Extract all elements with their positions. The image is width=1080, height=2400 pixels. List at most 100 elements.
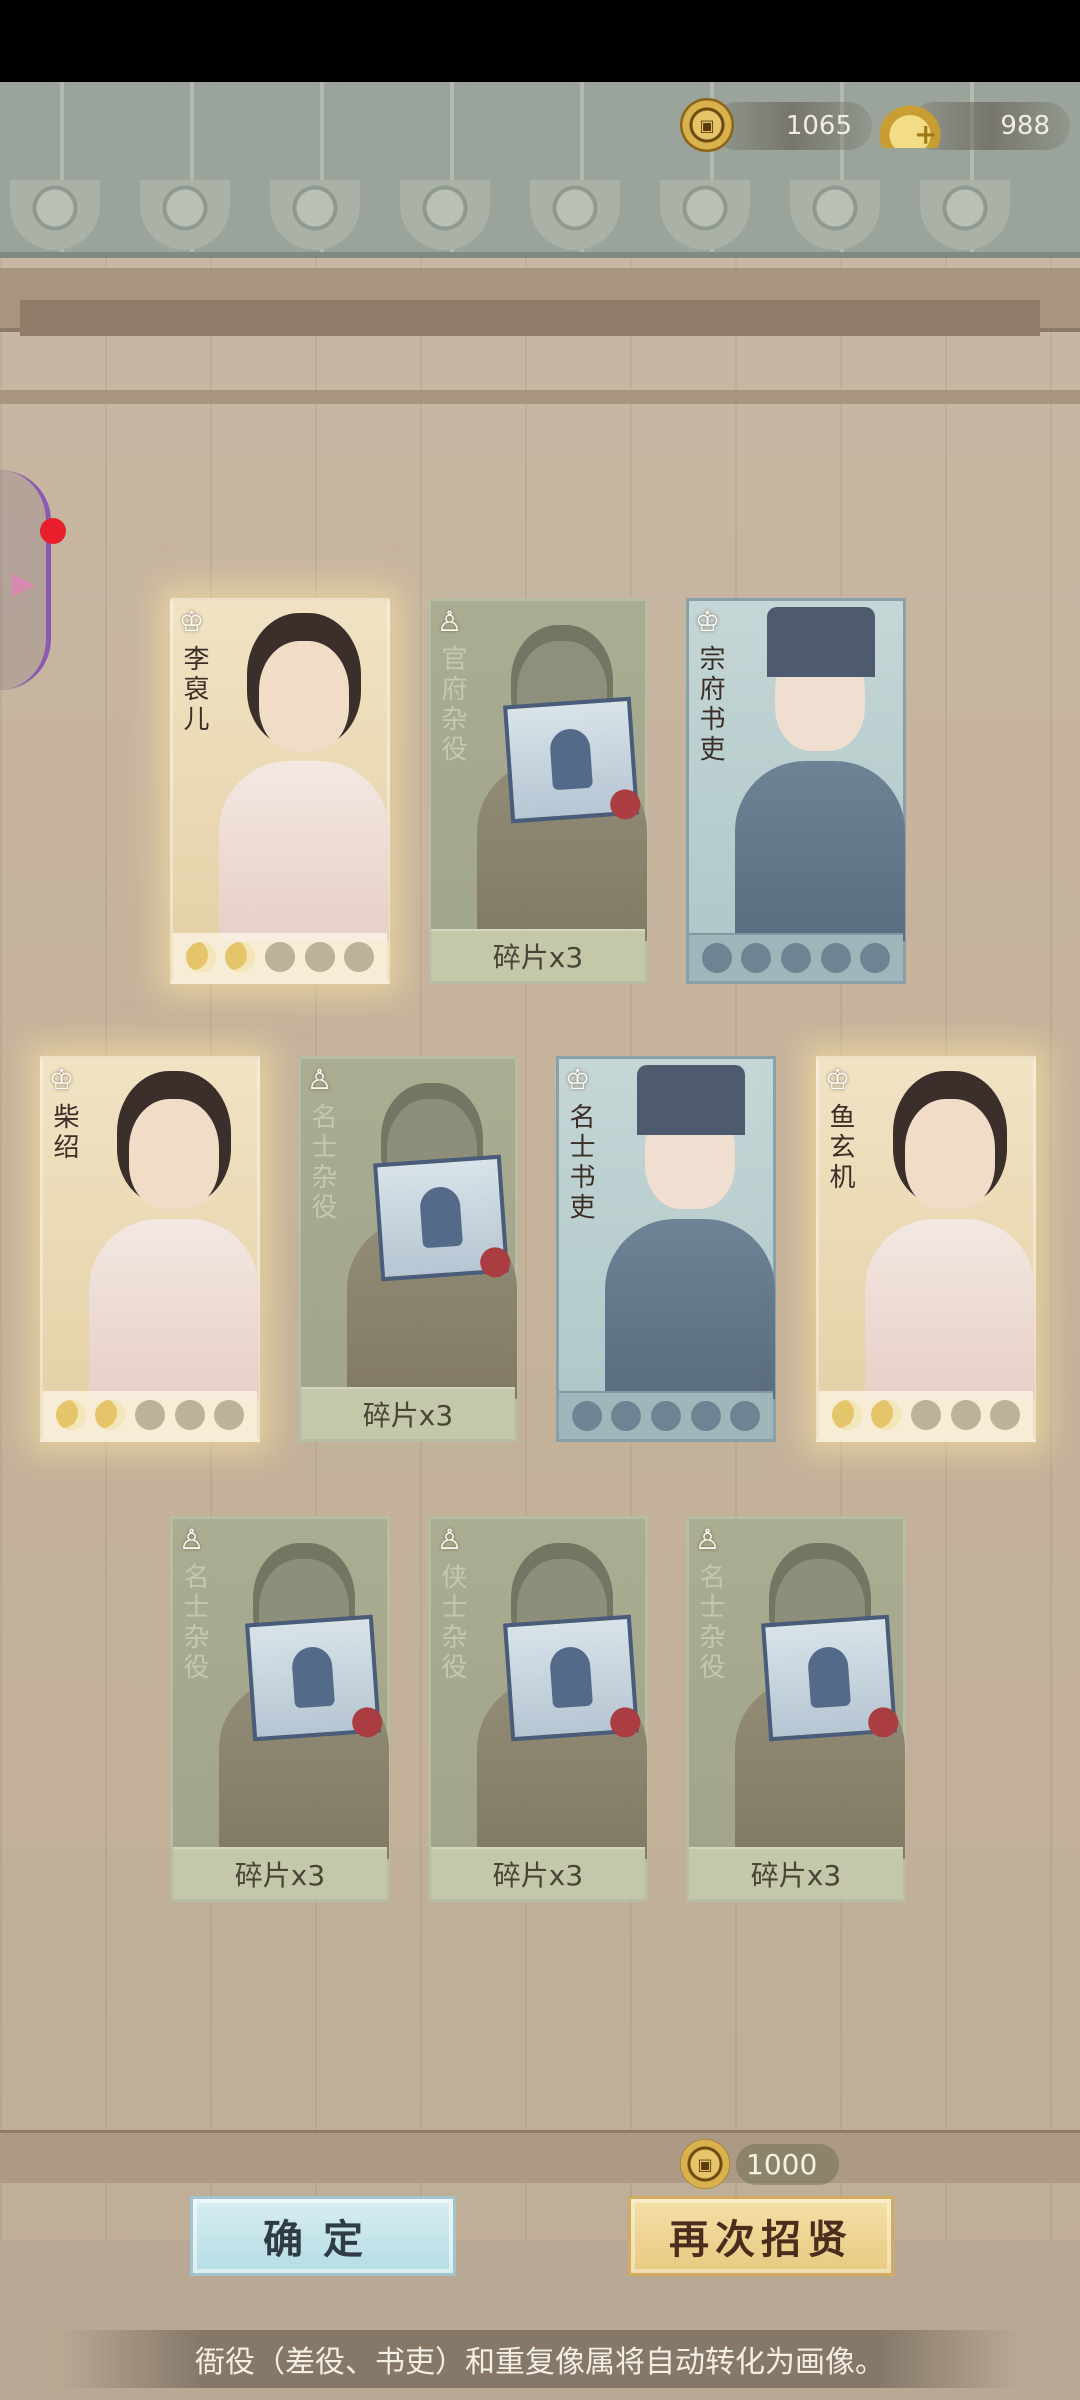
star-rating	[689, 933, 903, 981]
copper-coin-icon: ▣	[680, 2139, 730, 2189]
star-empty-icon	[730, 1401, 761, 1431]
star-empty-icon	[214, 1400, 245, 1430]
hero-card[interactable]: ♔ 鱼玄机	[816, 1056, 1036, 1442]
side-menu-tab[interactable]: ▶	[0, 470, 51, 690]
roof-tile	[920, 180, 1010, 250]
fragment-card[interactable]: ♙ 名士杂役 碎片x3	[298, 1056, 518, 1442]
gold-ingot-icon[interactable]	[878, 104, 942, 151]
roof-tiles	[0, 180, 1080, 250]
fragment-card[interactable]: ♙ 名士杂役 碎片x3	[170, 1516, 390, 1902]
rank-emblem-icon: ♔	[49, 1063, 75, 1096]
fragment-card[interactable]: ♙ 名士杂役 碎片x3	[686, 1516, 906, 1902]
card-name: 名士书吏	[565, 1103, 595, 1223]
card-name: 侠士杂役	[437, 1563, 467, 1683]
roof-tile	[140, 180, 230, 250]
recruit-cost: ▣ 1000	[680, 2139, 840, 2189]
expand-arrow-icon: ▶	[12, 566, 36, 601]
roof-tile	[10, 180, 100, 250]
star-empty-icon	[134, 1400, 165, 1430]
star-empty-icon	[344, 942, 375, 972]
clerk-portrait	[605, 1065, 775, 1399]
star-empty-icon	[304, 942, 335, 972]
portrait-book-icon	[503, 696, 639, 824]
rank-emblem-icon: ♙	[437, 605, 463, 638]
servant-portrait	[477, 631, 647, 941]
card-name: 名士杂役	[179, 1563, 209, 1683]
card-name: 柴绍	[49, 1103, 79, 1163]
star-empty-icon	[690, 1401, 721, 1431]
roof-tile	[530, 180, 620, 250]
portrait-book-icon	[503, 1614, 639, 1742]
star-filled-icon	[55, 1400, 86, 1430]
coin-amount: 1065	[785, 111, 852, 141]
star-empty-icon	[701, 943, 732, 973]
star-rating	[559, 1391, 773, 1439]
star-empty-icon	[650, 1401, 681, 1431]
copper-coin-icon: ▣	[680, 98, 734, 152]
star-empty-icon	[264, 942, 295, 972]
rank-emblem-icon: ♔	[565, 1063, 591, 1096]
card-name: 李裒儿	[179, 645, 209, 735]
star-empty-icon	[820, 943, 851, 973]
wall-ledge	[0, 390, 1080, 404]
fragment-count: 碎片x3	[431, 1847, 645, 1899]
rank-emblem-icon: ♔	[695, 605, 721, 638]
star-filled-icon	[185, 942, 216, 972]
servant-portrait	[219, 1549, 389, 1859]
fragment-card[interactable]: ♙ 官府杂役 碎片x3	[428, 598, 648, 984]
fragment-count: 碎片x3	[301, 1387, 515, 1439]
recruit-again-button[interactable]: 再次招贤	[628, 2196, 894, 2276]
hero-card[interactable]: ♔ 李裒儿	[170, 598, 390, 984]
star-rating	[819, 1391, 1033, 1439]
star-filled-icon	[95, 1400, 126, 1430]
hero-portrait	[89, 1089, 259, 1399]
floor-beam	[0, 2130, 1080, 2183]
servant-portrait	[735, 1549, 905, 1859]
clerk-card[interactable]: ♔ 名士书吏	[556, 1056, 776, 1442]
portrait-book-icon	[761, 1614, 897, 1742]
card-name: 宗府书吏	[695, 645, 725, 765]
hero-portrait	[865, 1089, 1035, 1399]
fragment-count: 碎片x3	[689, 1847, 903, 1899]
confirm-button[interactable]: 确定	[190, 2196, 456, 2276]
clerk-card[interactable]: ♔ 宗府书吏	[686, 598, 906, 984]
notification-dot	[40, 518, 66, 544]
roof-tile	[270, 180, 360, 250]
fragment-count: 碎片x3	[431, 929, 645, 981]
servant-portrait	[477, 1549, 647, 1859]
star-empty-icon	[910, 1400, 941, 1430]
rank-emblem-icon: ♙	[307, 1063, 333, 1096]
ingot-amount: 988	[1000, 111, 1050, 141]
clerk-portrait	[735, 607, 905, 941]
star-empty-icon	[990, 1400, 1021, 1430]
roof-tile	[400, 180, 490, 250]
star-empty-icon	[950, 1400, 981, 1430]
coin-counter: 1065	[712, 102, 872, 150]
star-filled-icon	[871, 1400, 902, 1430]
roof-tile	[790, 180, 880, 250]
star-empty-icon	[571, 1401, 602, 1431]
star-empty-icon	[174, 1400, 205, 1430]
card-name: 官府杂役	[437, 645, 467, 765]
portrait-book-icon	[245, 1614, 381, 1742]
servant-portrait	[347, 1089, 517, 1399]
status-bar	[0, 0, 1080, 82]
star-empty-icon	[780, 943, 811, 973]
star-empty-icon	[860, 943, 891, 973]
card-name: 名士杂役	[307, 1103, 337, 1223]
rank-emblem-icon: ♔	[179, 605, 205, 638]
hero-portrait	[219, 631, 389, 941]
fragment-card[interactable]: ♙ 侠士杂役 碎片x3	[428, 1516, 648, 1902]
card-name: 名士杂役	[695, 1563, 725, 1683]
cost-amount: 1000	[736, 2143, 840, 2185]
roof-beam-lower	[20, 300, 1040, 336]
star-empty-icon	[741, 943, 772, 973]
hero-card[interactable]: ♔ 柴绍	[40, 1056, 260, 1442]
roof-tile	[660, 180, 750, 250]
star-filled-icon	[831, 1400, 862, 1430]
star-rating	[173, 933, 387, 981]
portrait-book-icon	[373, 1154, 509, 1282]
star-empty-icon	[611, 1401, 642, 1431]
rank-emblem-icon: ♔	[825, 1063, 851, 1096]
rank-emblem-icon: ♙	[695, 1523, 721, 1556]
